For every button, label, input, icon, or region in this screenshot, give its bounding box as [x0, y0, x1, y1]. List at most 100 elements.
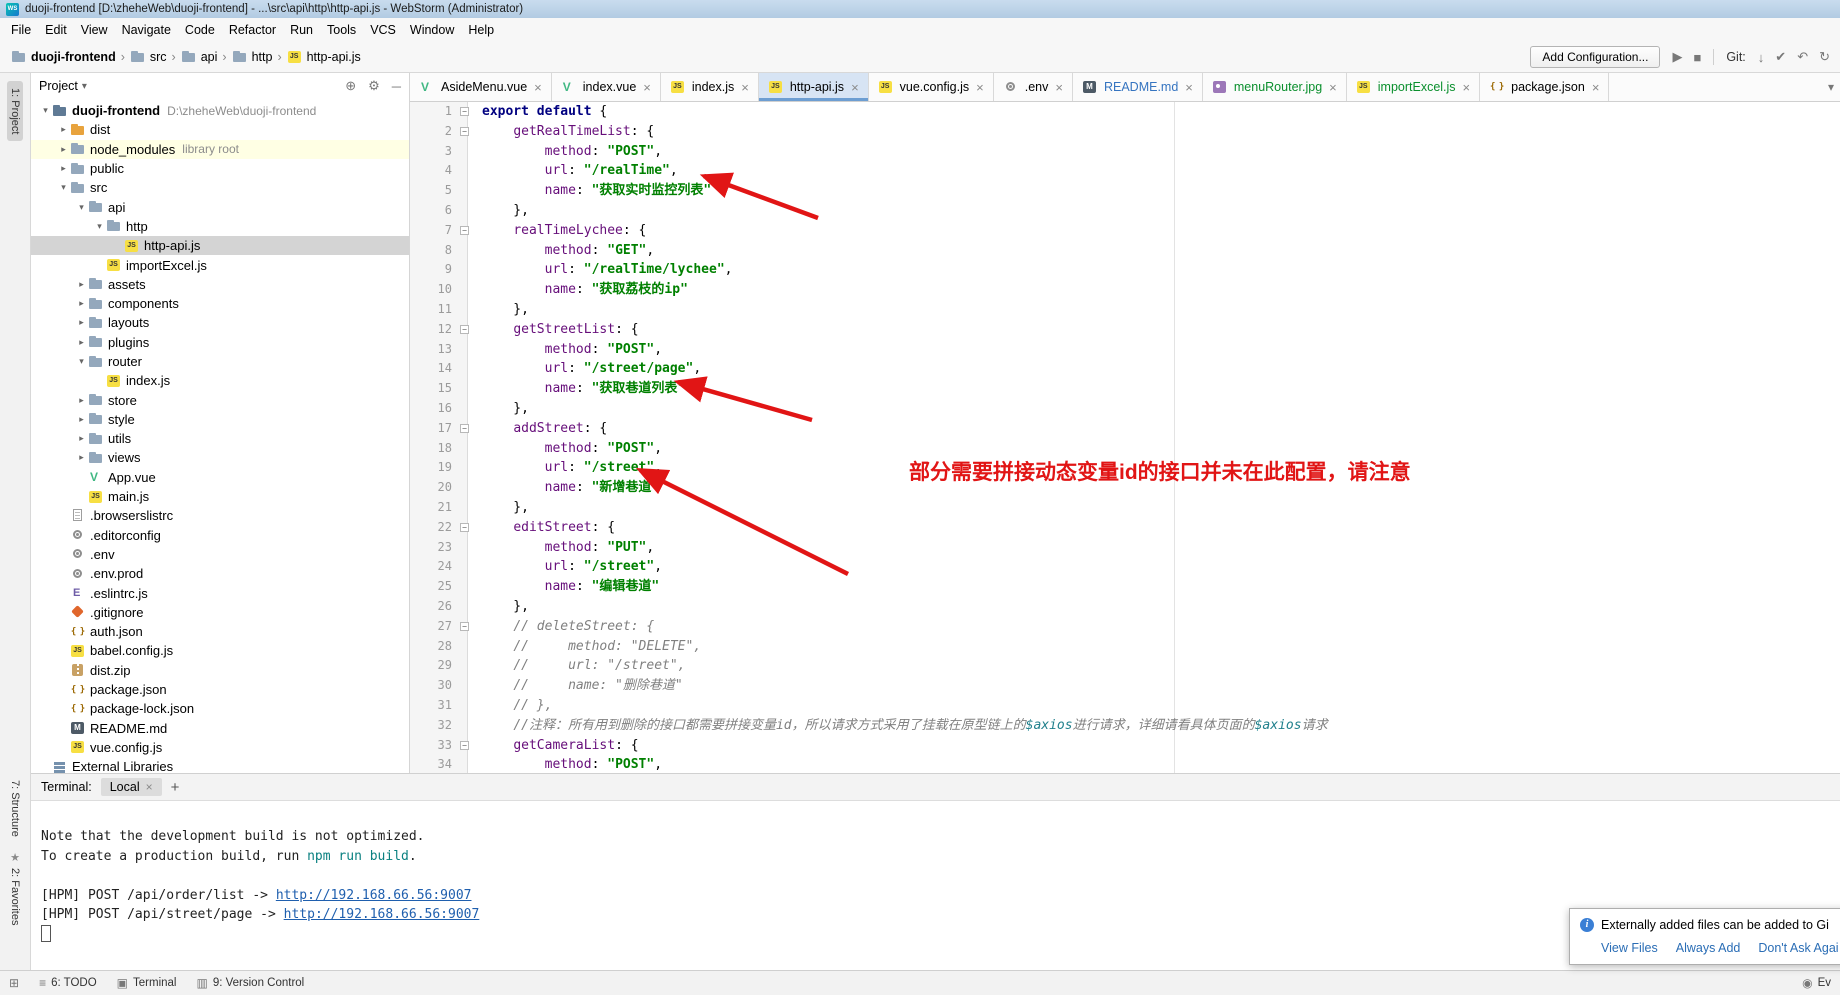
tree-item-editorconfig[interactable]: .editorconfig: [31, 526, 409, 545]
tree-item-browserslistrc[interactable]: .browserslistrc: [31, 506, 409, 525]
menu-vcs[interactable]: VCS: [363, 20, 403, 40]
chevron-right-icon[interactable]: ▸: [75, 452, 88, 463]
notification-popup[interactable]: i Externally added files can be added to…: [1569, 908, 1840, 965]
fold-icon[interactable]: −: [460, 741, 469, 750]
menu-file[interactable]: File: [4, 20, 38, 40]
tree-item-gitignore[interactable]: .gitignore: [31, 603, 409, 622]
tab-index-vue[interactable]: index.vue×: [552, 73, 661, 101]
tree-item-app-vue[interactable]: App.vue: [31, 468, 409, 487]
code-line[interactable]: 12− getStreetList: {: [410, 320, 1840, 340]
code-line[interactable]: 17− addStreet: {: [410, 419, 1840, 439]
code-line[interactable]: 13 method: "POST",: [410, 340, 1840, 360]
menu-code[interactable]: Code: [178, 20, 222, 40]
fold-icon[interactable]: −: [460, 325, 469, 334]
breadcrumb-item-duoji-frontend[interactable]: duoji-frontend: [11, 50, 116, 64]
close-icon[interactable]: ×: [1463, 81, 1471, 94]
code-line[interactable]: 3 method: "POST",: [410, 142, 1840, 162]
menu-help[interactable]: Help: [461, 20, 501, 40]
tree-item-src[interactable]: ▾src: [31, 178, 409, 197]
menu-edit[interactable]: Edit: [38, 20, 74, 40]
code-line[interactable]: 29 // url: "/street",: [410, 656, 1840, 676]
code-line[interactable]: 34 method: "POST",: [410, 755, 1840, 773]
tab-env[interactable]: .env×: [994, 73, 1073, 101]
tab-http-api-js[interactable]: http-api.js×: [759, 73, 869, 101]
chevron-right-icon[interactable]: ▸: [75, 298, 88, 309]
new-terminal-icon[interactable]: +: [171, 779, 180, 796]
chevron-down-icon[interactable]: ▾: [75, 356, 88, 367]
close-icon[interactable]: ×: [1329, 81, 1337, 94]
project-panel-header[interactable]: Project ▾ ⊕⚙─: [31, 73, 409, 99]
menu-tools[interactable]: Tools: [320, 20, 363, 40]
chevron-down-icon[interactable]: ▾: [93, 221, 106, 232]
tab-readme-md[interactable]: README.md×: [1073, 73, 1203, 101]
code-line[interactable]: 28 // method: "DELETE",: [410, 637, 1840, 657]
chevron-right-icon[interactable]: ▸: [75, 337, 88, 348]
close-icon[interactable]: ×: [643, 81, 651, 94]
code-line[interactable]: 25 name: "编辑巷道": [410, 577, 1840, 597]
fold-icon[interactable]: −: [460, 523, 469, 532]
tree-item-store[interactable]: ▸store: [31, 390, 409, 409]
terminal-link[interactable]: http://192.168.66.56:9007: [276, 888, 472, 903]
chevron-down-icon[interactable]: ▾: [39, 105, 52, 116]
code-line[interactable]: 31 // },: [410, 696, 1840, 716]
tree-item-main-js[interactable]: main.js: [31, 487, 409, 506]
locate-icon[interactable]: ⊕: [345, 78, 356, 94]
code-line[interactable]: 5 name: "获取实时监控列表": [410, 181, 1840, 201]
breadcrumb-item-http-api-js[interactable]: http-api.js: [287, 50, 361, 64]
status-9-version-control[interactable]: ▥9: Version Control: [196, 976, 304, 990]
tree-item-env-prod[interactable]: .env.prod: [31, 564, 409, 583]
menu-run[interactable]: Run: [283, 20, 320, 40]
chevron-right-icon[interactable]: ▸: [75, 279, 88, 290]
stop-icon[interactable]: ■: [1693, 50, 1701, 65]
chevron-right-icon[interactable]: ▸: [57, 124, 70, 135]
terminal-cursor[interactable]: [41, 925, 51, 942]
code-line[interactable]: 33− getCameraList: {: [410, 736, 1840, 756]
chevron-right-icon[interactable]: ▸: [75, 414, 88, 425]
terminal-tab-local[interactable]: Local ×: [101, 778, 162, 796]
code-line[interactable]: 9 url: "/realTime/lychee",: [410, 260, 1840, 280]
tree-item-components[interactable]: ▸components: [31, 294, 409, 313]
tree-item-http-api-js[interactable]: http-api.js: [31, 236, 409, 255]
menu-window[interactable]: Window: [403, 20, 461, 40]
tree-item-layouts[interactable]: ▸layouts: [31, 313, 409, 332]
code-line[interactable]: 14 url: "/street/page",: [410, 359, 1840, 379]
fold-icon[interactable]: −: [460, 107, 469, 116]
tree-item-utils[interactable]: ▸utils: [31, 429, 409, 448]
code-line[interactable]: 7− realTimeLychee: {: [410, 221, 1840, 241]
terminal-link[interactable]: http://192.168.66.56:9007: [284, 907, 480, 922]
tree-item-babel-config-js[interactable]: babel.config.js: [31, 641, 409, 660]
tree-item-package-json[interactable]: package.json: [31, 680, 409, 699]
close-icon[interactable]: ×: [534, 81, 542, 94]
code-line[interactable]: 32 //注释：所有用到删除的接口都需要拼接变量id，所以请求方式采用了挂载在原…: [410, 716, 1840, 736]
code-line[interactable]: 8 method: "GET",: [410, 241, 1840, 261]
run-icon[interactable]: ▶: [1672, 49, 1682, 65]
chevron-right-icon[interactable]: ▸: [75, 395, 88, 406]
tree-item-views[interactable]: ▸views: [31, 448, 409, 467]
breadcrumb-item-http[interactable]: http: [232, 50, 273, 64]
chevron-down-icon[interactable]: ▾: [57, 182, 70, 193]
close-icon[interactable]: ×: [851, 81, 859, 94]
code-line[interactable]: 26 },: [410, 597, 1840, 617]
notification-action-view-files[interactable]: View Files: [1601, 941, 1658, 955]
fold-icon[interactable]: −: [460, 424, 469, 433]
menu-view[interactable]: View: [74, 20, 115, 40]
tab-menurouter-jpg[interactable]: menuRouter.jpg×: [1203, 73, 1347, 101]
tree-item-env[interactable]: .env: [31, 545, 409, 564]
tree-item-router[interactable]: ▾router: [31, 352, 409, 371]
tree-item-public[interactable]: ▸public: [31, 159, 409, 178]
notification-action-don-t-ask-agai[interactable]: Don't Ask Agai: [1758, 941, 1838, 955]
tab-index-js[interactable]: index.js×: [661, 73, 759, 101]
code-line[interactable]: 21 },: [410, 498, 1840, 518]
tool-button-2-favorites[interactable]: ★2: Favorites: [7, 844, 24, 932]
tree-item-readme-md[interactable]: README.md: [31, 719, 409, 738]
code-line[interactable]: 27− // deleteStreet: {: [410, 617, 1840, 637]
tool-button-7-structure[interactable]: 7: Structure: [7, 773, 23, 844]
code-line[interactable]: 22− editStreet: {: [410, 518, 1840, 538]
tool-button-1-project[interactable]: 1: Project: [7, 81, 23, 141]
event-log-icon[interactable]: ◉: [1802, 976, 1812, 990]
menu-navigate[interactable]: Navigate: [115, 20, 178, 40]
tree-item-dist[interactable]: ▸dist: [31, 120, 409, 139]
tree-item-auth-json[interactable]: auth.json: [31, 622, 409, 641]
menu-refactor[interactable]: Refactor: [222, 20, 283, 40]
chevron-right-icon[interactable]: ▸: [57, 144, 70, 155]
